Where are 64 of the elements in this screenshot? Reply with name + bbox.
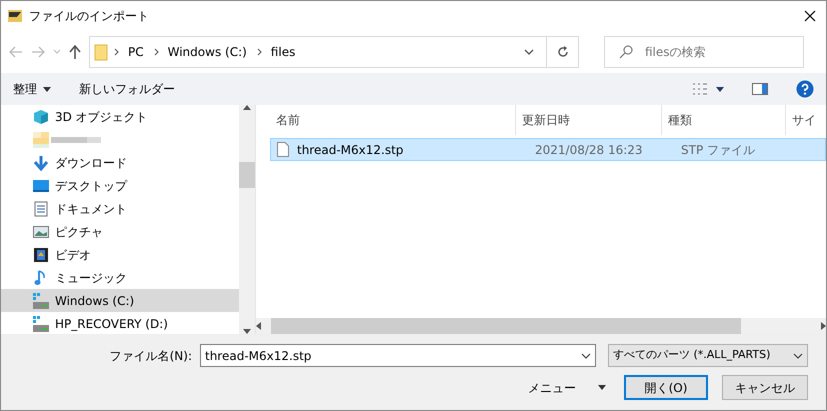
filename-label: ファイル名(N): xyxy=(110,348,192,364)
breadcrumb-item[interactable]: PC xyxy=(128,43,144,61)
sidebar-item[interactable]: HP_RECOVERY (D:) xyxy=(55,314,168,332)
cube-icon xyxy=(33,108,49,124)
file-row[interactable]: thread-M6x12.stp 2021/08/28 16:23 STP ファイル xyxy=(270,138,826,161)
scrollbar-thumb[interactable] xyxy=(271,318,741,334)
breadcrumb-item[interactable]: Windows (C:) xyxy=(168,43,247,61)
view-icon[interactable] xyxy=(692,82,708,96)
monitor-icon xyxy=(33,178,49,194)
app-icon xyxy=(7,8,23,24)
horizontal-scrollbar[interactable] xyxy=(256,318,826,334)
chevron-down-icon xyxy=(793,352,803,358)
file-type: STP ファイル xyxy=(681,142,755,158)
sidebar-item[interactable]: ビデオ xyxy=(55,246,91,264)
chevron-right-icon xyxy=(256,48,263,56)
chevron-down-icon[interactable] xyxy=(524,49,534,55)
breadcrumb-item[interactable]: files xyxy=(270,43,296,61)
sidebar-item[interactable]: Windows (C:) xyxy=(1,289,239,312)
column-header[interactable]: サイ xyxy=(786,105,826,135)
search-field[interactable]: filesの検索 xyxy=(604,36,804,68)
download-icon xyxy=(33,154,49,170)
scrollbar-thumb[interactable] xyxy=(239,162,255,188)
dropdown-icon xyxy=(43,86,51,92)
file-icon xyxy=(277,142,289,157)
window-title: ファイルのインポート xyxy=(29,8,149,25)
search-input[interactable]: filesの検索 xyxy=(643,37,803,67)
organize-menu[interactable]: 整理 xyxy=(13,80,51,98)
close-icon[interactable] xyxy=(804,10,816,22)
dropdown-icon xyxy=(598,385,606,390)
file-date: 2021/08/28 16:23 xyxy=(535,142,644,158)
sidebar-item[interactable]: 3D オブジェクト xyxy=(55,108,148,126)
search-icon xyxy=(619,45,633,59)
filename-field[interactable]: thread-M6x12.stp xyxy=(200,344,596,367)
help-icon[interactable] xyxy=(796,80,814,98)
document-icon xyxy=(33,200,49,216)
address-bar[interactable]: PC Windows (C:) files xyxy=(89,36,579,68)
up-icon[interactable] xyxy=(69,45,81,59)
sidebar-item[interactable]: ドキュメント xyxy=(55,200,127,218)
chevron-right-icon xyxy=(154,48,160,56)
column-header[interactable]: 更新日時 xyxy=(516,105,662,135)
folder-icon xyxy=(94,43,108,61)
drive-icon xyxy=(33,292,49,308)
column-header[interactable]: 種類 xyxy=(662,105,786,135)
sidebar-item[interactable]: ピクチャ xyxy=(55,222,103,240)
sidebar-item[interactable]: ダウンロード xyxy=(55,154,127,172)
sidebar-item[interactable]: デスクトップ xyxy=(55,176,127,194)
picture-icon xyxy=(33,224,49,240)
chevron-right-icon xyxy=(114,48,120,56)
open-button[interactable]: 開く(O) xyxy=(624,375,708,400)
file-name: thread-M6x12.stp xyxy=(297,142,404,158)
preview-pane-icon[interactable] xyxy=(752,83,768,95)
vertical-scrollbar[interactable] xyxy=(239,105,255,334)
file-type-dropdown[interactable]: すべてのパーツ (*.ALL_PARTS) xyxy=(608,344,808,367)
drive-icon xyxy=(33,316,49,332)
sidebar-item[interactable]: ミュージック xyxy=(55,268,127,286)
menu-dropdown[interactable]: メニュー xyxy=(528,378,606,396)
new-folder-button[interactable]: 新しいフォルダー xyxy=(79,80,175,98)
film-icon xyxy=(33,246,49,262)
chevron-down-icon xyxy=(581,352,591,358)
scroll-right-icon[interactable] xyxy=(821,322,826,330)
dropdown-icon[interactable] xyxy=(716,86,724,92)
cancel-button[interactable]: キャンセル xyxy=(722,375,808,400)
column-header[interactable]: 名前 xyxy=(256,105,516,135)
refresh-icon[interactable] xyxy=(556,46,568,58)
